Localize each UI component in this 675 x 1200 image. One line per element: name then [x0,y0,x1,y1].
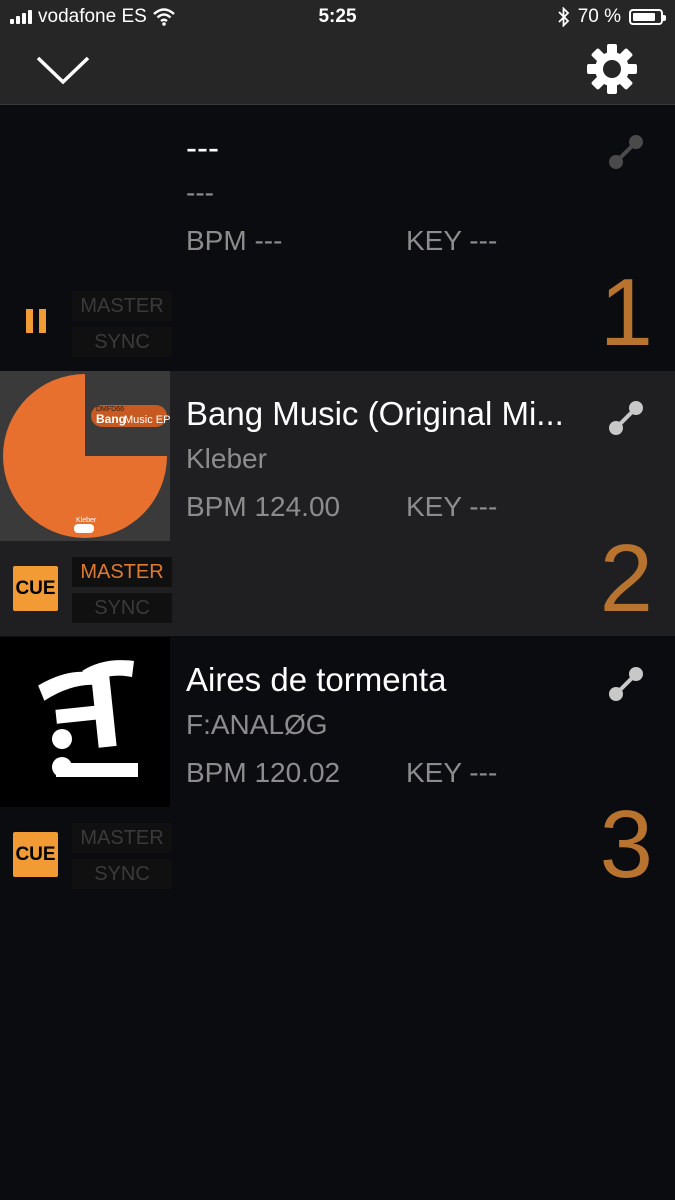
track-artist: Kleber [186,443,267,474]
bpm-value: BPM 124.00 [186,491,341,522]
track-artist: --- [186,177,214,208]
master-button[interactable]: MASTER [72,823,172,853]
status-bar: vodafone ES 5:25 70 % [0,0,675,34]
art-label-subtitle: Music EP [124,414,170,426]
collapse-button[interactable] [34,52,92,88]
gear-icon [587,44,637,94]
art-label-title: Bang [96,412,126,426]
sync-button[interactable]: SYNC [72,859,172,889]
sync-button[interactable]: SYNC [72,593,172,623]
sync-button[interactable]: SYNC [72,327,172,357]
art-label-artist: Kleber [76,517,97,524]
track-title: Aires de tormenta [186,661,447,698]
bluetooth-icon [558,7,569,27]
bpm-value: BPM 120.02 [186,757,341,788]
deck-2[interactable]: DMFD66 Bang Music EP Kleber Bang Music (… [0,371,675,636]
track-title: Bang Music (Original Mi... [186,395,564,432]
track-artist: F:ANALØG [186,709,328,740]
key-value: KEY --- [406,491,498,522]
pause-button[interactable] [26,309,46,333]
deck-1[interactable]: --- --- BPM --- KEY --- MASTER SYNC 1 [0,105,675,370]
link-icon[interactable] [607,399,645,437]
track-title: --- [186,129,219,166]
deck-number: 1 [599,259,653,366]
key-value: KEY --- [406,757,498,788]
link-icon[interactable] [607,665,645,703]
bpm-value: BPM --- [186,225,283,256]
master-button[interactable]: MASTER [72,557,172,587]
deck-number: 3 [599,791,653,898]
master-button[interactable]: MASTER [72,291,172,321]
deck-3[interactable]: Aires de tormenta F:ANALØG BPM 120.02 KE… [0,637,675,902]
status-right: 70 % [558,6,666,28]
album-art: DMFD66 Bang Music EP Kleber [0,371,170,541]
battery-percent: 70 % [577,6,621,27]
nav-bar [0,34,675,105]
cue-button[interactable]: CUE [13,832,58,877]
link-icon[interactable] [607,133,645,171]
key-value: KEY --- [406,225,498,256]
album-art [0,637,170,807]
cue-button[interactable]: CUE [13,566,58,611]
deck-number: 2 [599,525,653,632]
battery-icon [629,9,666,25]
chevron-down-icon [36,56,90,85]
settings-button[interactable] [585,42,639,96]
